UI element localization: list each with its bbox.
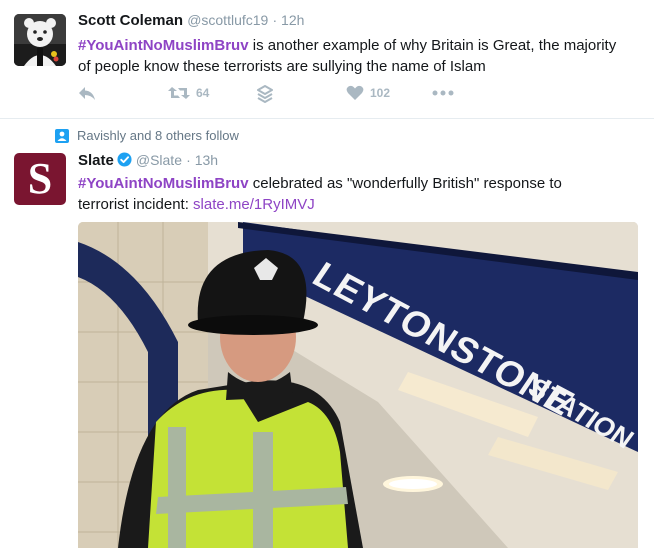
hashtag-link[interactable]: #YouAintNoMuslimBruv (78, 175, 249, 192)
avatar[interactable]: S (14, 153, 66, 205)
tweet-text-line2: terrorist incident: (78, 196, 194, 213)
tweet-text-line1: celebrated as "wonderfully British" resp… (248, 175, 562, 192)
tweet-header: Slate @Slate · 13h (78, 152, 218, 169)
author-name[interactable]: Slate (78, 152, 114, 169)
author-handle[interactable]: @Slate (136, 152, 182, 168)
verified-badge-icon (117, 152, 132, 167)
tweet-text: #YouAintNoMuslimBruv celebrated as "wond… (78, 173, 562, 215)
slate-logo-letter: S (27, 154, 53, 203)
timestamp[interactable]: · 13h (186, 152, 218, 168)
station-photo-image: LEYTONSTONE STATION (78, 222, 638, 548)
tweet-photo[interactable]: LEYTONSTONE STATION (78, 222, 638, 548)
article-link[interactable]: slate.me/1RyIMVJ (193, 196, 315, 213)
tweet-slate: S Slate @Slate · 13h #YouAintNoMuslimBru… (0, 0, 654, 548)
